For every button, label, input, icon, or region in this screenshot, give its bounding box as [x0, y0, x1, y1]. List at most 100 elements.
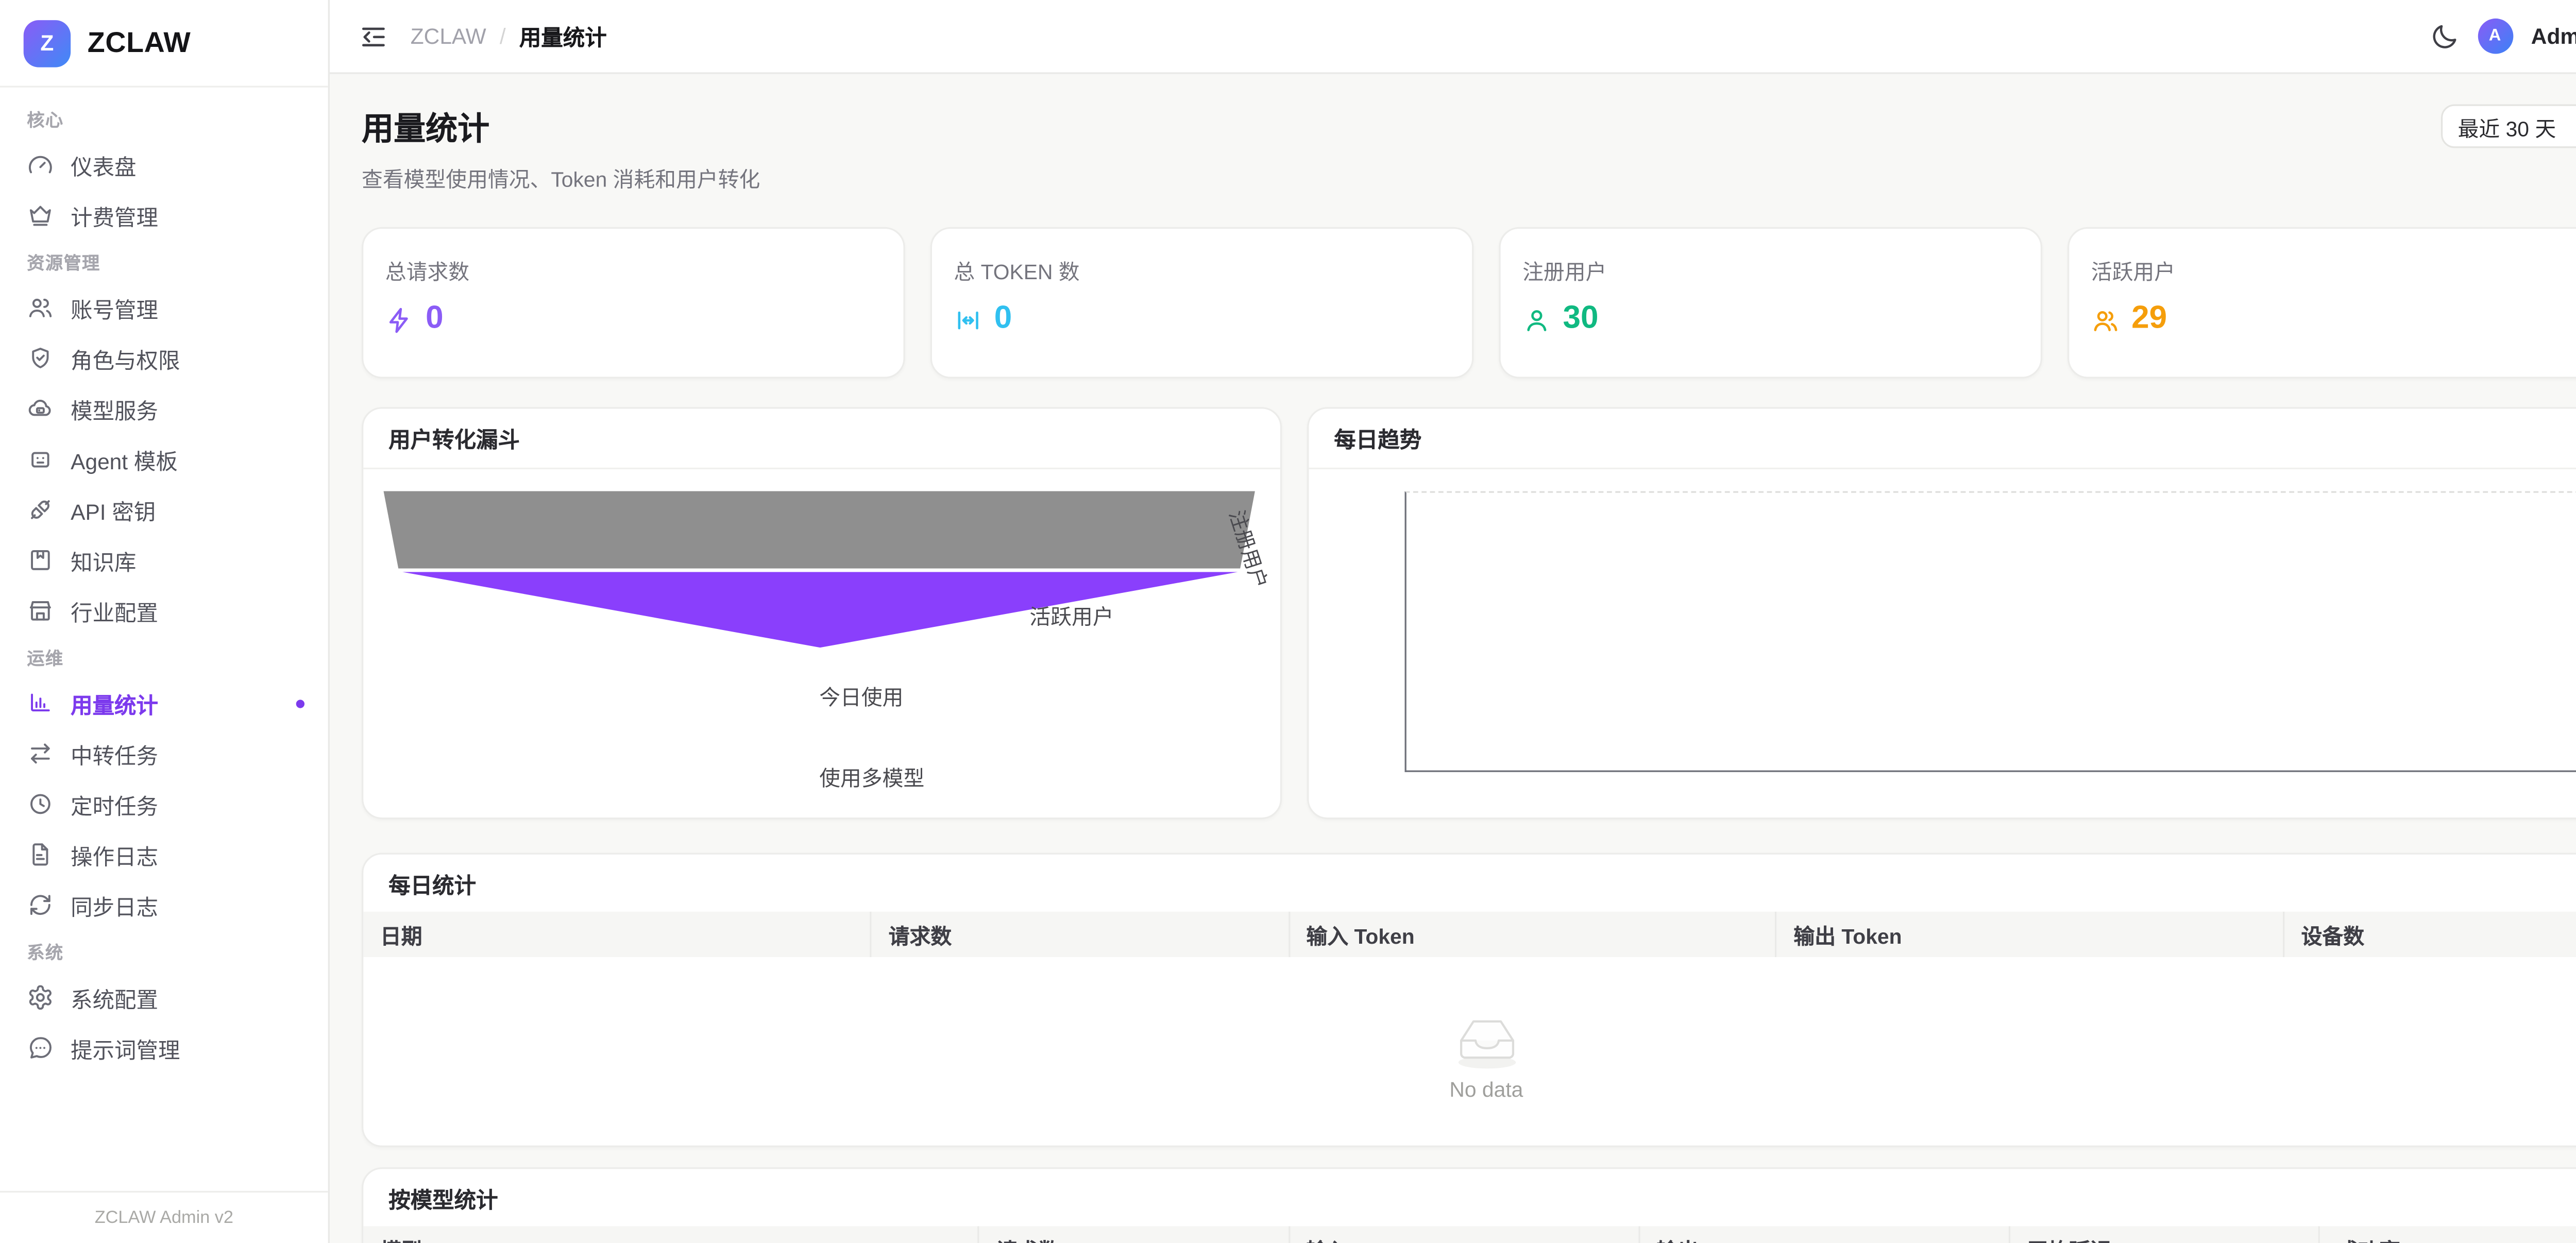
message-dots-icon — [27, 1034, 54, 1061]
moon-icon[interactable] — [2429, 21, 2459, 52]
trend-chart-plot-area — [1405, 491, 2576, 772]
app-version: ZCLAW Admin v2 — [95, 1207, 233, 1228]
funnel-label-multimodel: 使用多模型 — [819, 760, 924, 792]
zap-icon — [385, 305, 414, 334]
sidebar-nav: 核心 仪表盘 计费管理 资源管理 账号管理 — [0, 88, 328, 1191]
sidebar-item-billing[interactable]: 计费管理 — [0, 190, 328, 241]
user-name[interactable]: Admin — [2531, 24, 2576, 49]
stat-card-total-requests: 总请求数 0 — [362, 227, 905, 379]
stat-value: 29 — [2131, 301, 2167, 338]
sidebar-item-scheduled-tasks[interactable]: 定时任务 — [0, 779, 328, 829]
chevron-down-icon — [2574, 116, 2576, 136]
user-icon — [1522, 305, 1551, 334]
sidebar-item-label: 同步日志 — [71, 889, 158, 921]
sidebar-item-label: Agent 模板 — [71, 443, 178, 475]
column-header[interactable]: 请求数 — [871, 912, 1289, 957]
sidebar-item-label: API 密钥 — [71, 493, 156, 525]
column-header[interactable]: 平均延迟 — [2010, 1226, 2320, 1243]
funnel-stage-registered[interactable] — [383, 491, 1255, 568]
sidebar-item-usage-stats[interactable]: 用量统计 — [0, 678, 328, 728]
page-title: 用量统计 — [362, 104, 760, 149]
column-header[interactable]: 输入 Token — [1289, 1226, 1639, 1243]
sidebar-item-model-service[interactable]: 模型服务 — [0, 383, 328, 434]
nav-section-label: 资源管理 — [27, 251, 301, 278]
card-title: 用户转化漏斗 — [363, 408, 1280, 469]
sidebar-item-label: 模型服务 — [71, 393, 158, 424]
bot-icon — [27, 446, 54, 472]
users-icon — [2091, 305, 2120, 334]
nav-section-label: 核心 — [27, 108, 301, 134]
brand-name: ZCLAW — [88, 26, 191, 60]
column-header[interactable]: 模型 — [363, 1226, 978, 1243]
column-header[interactable]: 设备数 — [2283, 912, 2576, 957]
sidebar-footer: ZCLAW Admin v2 — [0, 1191, 328, 1243]
daily-stats-table: 日期 请求数 输入 Token 输出 Token 设备数 — [363, 912, 2576, 957]
page-content: 用量统计 查看模型使用情况、Token 消耗和用户转化 最近 30 天 总请求数… — [330, 74, 2576, 1243]
daily-stats-card: 每日统计 日期 请求数 输入 Token 输出 Token 设备数 — [362, 853, 2576, 1147]
sidebar-item-prompt-management[interactable]: 提示词管理 — [0, 1023, 328, 1073]
sidebar-item-agent-templates[interactable]: Agent 模板 — [0, 434, 328, 484]
user-avatar[interactable]: A — [2477, 19, 2513, 54]
empty-state: No data — [363, 957, 2576, 1146]
logo-letter: Z — [40, 30, 54, 56]
funnel-label-today: 今日使用 — [819, 679, 903, 711]
sidebar: Z ZCLAW 核心 仪表盘 计费管理 资源管理 — [0, 0, 330, 1243]
column-header[interactable]: 输入 Token — [1289, 912, 1776, 957]
gauge-icon — [27, 151, 54, 178]
funnel-chart-card: 用户转化漏斗 注册用户 活跃用户 今日使用 使用多模型 — [362, 407, 1282, 819]
column-header[interactable]: 输出 Token — [1776, 912, 2283, 957]
sidebar-item-accounts[interactable]: 账号管理 — [0, 283, 328, 333]
sidebar-item-sync-logs[interactable]: 同步日志 — [0, 880, 328, 930]
active-indicator-dot — [296, 699, 304, 707]
sidebar-item-label: 系统配置 — [71, 981, 158, 1013]
trend-chart-card: 每日趋势 — [1307, 407, 2576, 819]
sidebar-item-roles[interactable]: 角色与权限 — [0, 333, 328, 384]
sidebar-item-system-config[interactable]: 系统配置 — [0, 972, 328, 1023]
column-header[interactable]: 请求数 — [979, 1226, 1289, 1243]
sidebar-item-label: 操作日志 — [71, 839, 158, 871]
sidebar-item-label: 知识库 — [71, 544, 136, 576]
sidebar-item-label: 角色与权限 — [71, 342, 180, 374]
stat-label: 注册用户 — [1522, 254, 2019, 286]
sidebar-item-dashboard[interactable]: 仪表盘 — [0, 140, 328, 190]
avatar-letter: A — [2489, 27, 2501, 45]
shield-check-icon — [27, 345, 54, 371]
users-icon — [27, 294, 54, 321]
sidebar-item-label: 用量统计 — [71, 687, 158, 719]
sidebar-collapse-icon[interactable] — [359, 21, 389, 52]
page-subtitle: 查看模型使用情况、Token 消耗和用户转化 — [362, 161, 760, 193]
sidebar-item-operation-logs[interactable]: 操作日志 — [0, 829, 328, 880]
table-title: 每日统计 — [363, 855, 2576, 912]
stat-label: 总 TOKEN 数 — [954, 254, 1450, 286]
sidebar-item-industry-config[interactable]: 行业配置 — [0, 585, 328, 636]
plug-icon — [27, 496, 54, 523]
stat-card-registered-users: 注册用户 30 — [1499, 227, 2042, 379]
app-window: Z ZCLAW 核心 仪表盘 计费管理 资源管理 — [0, 0, 2576, 1243]
date-range-select[interactable]: 最近 30 天 — [2441, 104, 2576, 148]
breadcrumb: ZCLAW / 用量统计 — [411, 20, 607, 52]
arrows-swap-icon — [27, 740, 54, 767]
sidebar-item-label: 行业配置 — [71, 594, 158, 626]
package-icon — [27, 547, 54, 573]
stat-value: 0 — [426, 301, 444, 338]
empty-state-text: No data — [1449, 1077, 1523, 1101]
sidebar-item-label: 计费管理 — [71, 199, 158, 231]
brand-header: Z ZCLAW — [0, 0, 328, 88]
refresh-icon — [27, 892, 54, 918]
sidebar-item-label: 中转任务 — [71, 738, 158, 770]
store-icon — [27, 597, 54, 624]
column-header[interactable]: 日期 — [363, 912, 871, 957]
column-header[interactable]: 输出 Token — [1639, 1226, 2009, 1243]
table-header-row: 日期 请求数 输入 Token 输出 Token 设备数 — [363, 912, 2576, 957]
sidebar-item-relay-tasks[interactable]: 中转任务 — [0, 728, 328, 779]
model-stats-table: 模型 请求数 输入 Token 输出 Token 平均延迟 成功率 — [363, 1226, 2576, 1243]
funnel-label-active: 活跃用户 — [1029, 599, 1113, 631]
crown-icon — [27, 202, 54, 229]
table-header-row: 模型 请求数 输入 Token 输出 Token 平均延迟 成功率 — [363, 1226, 2576, 1243]
breadcrumb-separator: / — [500, 24, 506, 49]
sidebar-item-knowledge-base[interactable]: 知识库 — [0, 535, 328, 585]
sidebar-item-api-keys[interactable]: API 密钥 — [0, 484, 328, 535]
breadcrumb-root[interactable]: ZCLAW — [411, 24, 486, 49]
column-header[interactable]: 成功率 — [2319, 1226, 2576, 1243]
gear-icon — [27, 984, 54, 1011]
